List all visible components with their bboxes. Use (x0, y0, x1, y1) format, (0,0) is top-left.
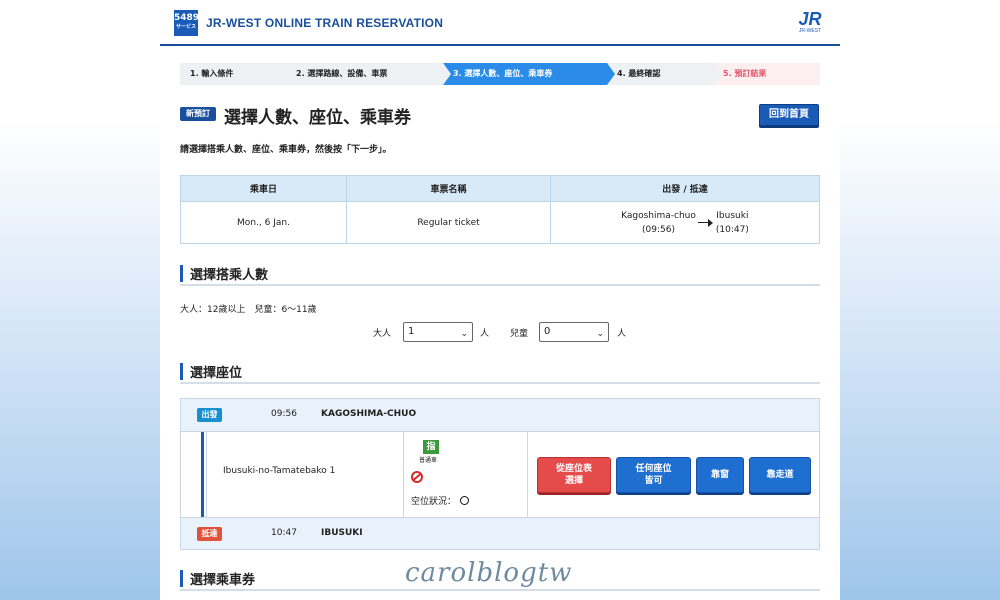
table-header-row: 乘車日 車票名稱 出發 / 抵達 (181, 176, 819, 201)
step-arrow (286, 63, 294, 85)
section-title: 選擇座位 (190, 366, 243, 381)
jr-logo-text: JR (798, 9, 822, 29)
section-bar (180, 265, 183, 282)
available-circle-icon (460, 496, 470, 505)
right-arrow-icon (697, 218, 714, 227)
arrival-time: 10:47 (271, 528, 297, 538)
from-station-block: Kagoshima-chuo (09:56) (621, 209, 696, 237)
availability-label: 空位狀況： (411, 497, 457, 507)
step-label: 4. 最終確認 (617, 69, 661, 78)
chevron-down-icon: ⌄ (460, 329, 468, 339)
logo-5489[interactable]: 5489 サービス (174, 10, 200, 36)
departure-row: 出發 09:56 KAGOSHIMA-CHUO (181, 399, 819, 432)
page-title: 選擇人數、座位、乘車券 (224, 108, 411, 128)
aisle-seat-button[interactable]: 靠走道 (749, 457, 811, 493)
section-title: 選擇乘車券 (190, 573, 256, 588)
section-bar (180, 570, 183, 587)
section-seats-heading: 選擇座位 (180, 360, 820, 384)
section-passengers-heading: 選擇搭乘人數 (180, 262, 820, 286)
jr-west-logo[interactable]: JR JR-WEST (794, 10, 826, 36)
child-label: 兒童 (510, 329, 529, 339)
step-label: 1. 輸入條件 (190, 69, 234, 78)
train-name: Ibusuki-no-Tamatebako 1 (223, 466, 336, 476)
step-booking-result: 5. 預訂結果 (713, 63, 820, 85)
arrival-tag: 抵達 (197, 527, 222, 541)
section-title: 選擇搭乘人數 (190, 268, 269, 283)
step-arrow (713, 63, 721, 85)
step-final-confirm: 4. 最終確認 (607, 63, 721, 85)
site-header: 5489 サービス JR-WEST ONLINE TRAIN RESERVATI… (160, 0, 840, 46)
back-to-home-button[interactable]: 回到首頁 (759, 104, 819, 126)
car-type-label: 普通車 (419, 457, 438, 464)
to-station: Ibusuki (716, 210, 749, 221)
from-time: (09:56) (642, 224, 675, 235)
section-bar (180, 363, 183, 380)
to-time: (10:47) (715, 224, 749, 235)
new-booking-badge: 新預訂 (180, 107, 216, 121)
availability-status: 空位狀況： (411, 494, 470, 507)
child-unit: 人 (617, 329, 627, 339)
header-route: 出發 / 抵達 (662, 185, 708, 195)
watermark: carolblogtw (405, 558, 573, 588)
column-divider (403, 432, 404, 517)
logo-text: 5489 (174, 13, 200, 23)
adult-unit: 人 (480, 329, 490, 339)
travel-date: Mon., 6 Jan. (181, 202, 347, 243)
departure-tag: 出發 (197, 408, 222, 422)
table-row: Mon., 6 Jan. Regular ticket Kagoshima-ch… (181, 201, 819, 243)
choose-from-seat-map-button[interactable]: 從座位表 選擇 (537, 457, 611, 493)
seat-selection-block: 出發 09:56 KAGOSHIMA-CHUO Ibusuki-no-Tamat… (180, 398, 820, 550)
to-station-block: Ibusuki (10:47) (716, 209, 749, 237)
adult-count-value: 1 (408, 326, 415, 337)
from-station: Kagoshima-chuo (621, 210, 696, 221)
step-label: 3. 選擇人數、座位、乘車券 (453, 69, 553, 78)
child-count-select[interactable]: 0 ⌄ (539, 322, 609, 342)
reserved-seat-icon: 指 (423, 440, 439, 454)
step-select-route: 2. 選擇路線、設備、車票 (286, 63, 451, 85)
passenger-count-row: 大人 1 ⌄ 人 兒童 0 ⌄ 人 (160, 322, 840, 342)
departure-time: 09:56 (271, 409, 297, 419)
progress-steps: 1. 輸入條件 2. 選擇路線、設備、車票 3. 選擇人數、座位、乘車券 4. … (180, 63, 820, 85)
arrival-station: IBUSUKI (321, 528, 363, 538)
child-count-value: 0 (544, 326, 551, 337)
departure-station: KAGOSHIMA-CHUO (321, 409, 417, 419)
window-seat-button[interactable]: 靠窗 (696, 457, 744, 493)
header-ticket: 車票名稱 (347, 176, 551, 201)
step-input-conditions: 1. 輸入條件 (180, 63, 294, 85)
adult-label: 大人 (373, 329, 392, 339)
ticket-name: Regular ticket (347, 202, 551, 243)
step-label: 5. 預訂結果 (723, 69, 767, 78)
train-line-divider (206, 432, 207, 517)
page-container: 5489 サービス JR-WEST ONLINE TRAIN RESERVATI… (160, 0, 840, 600)
site-title: JR-WEST ONLINE TRAIN RESERVATION (206, 16, 444, 30)
arrival-row: 抵達 10:47 IBUSUKI (181, 517, 819, 549)
step-arrow (607, 63, 615, 85)
train-row: Ibusuki-no-Tamatebako 1 指 普通車 空位狀況： 從座位表… (181, 432, 819, 517)
age-note: 大人：12歲以上 兒童：6〜11歲 (180, 305, 317, 315)
train-line-bar (201, 432, 204, 517)
route: Kagoshima-chuo (09:56) Ibusuki (10:47) (551, 209, 819, 237)
logo-sub-text: サービス (175, 24, 196, 30)
step-arrow (443, 63, 451, 85)
trip-info-table: 乘車日 車票名稱 出發 / 抵達 Mon., 6 Jan. Regular ti… (180, 175, 820, 244)
step-label: 2. 選擇路線、設備、車票 (296, 69, 388, 78)
header-date: 乘車日 (181, 176, 347, 201)
step-select-passengers-current: 3. 選擇人數、座位、乘車券 (443, 63, 615, 85)
instruction-text: 請選擇搭乘人數、座位、乘車券，然後按「下一步」。 (180, 145, 392, 155)
chevron-down-icon: ⌄ (596, 329, 604, 339)
no-smoking-icon (411, 471, 423, 483)
any-seat-button[interactable]: 任何座位 皆可 (616, 457, 691, 493)
column-divider (527, 432, 528, 517)
route-cell: Kagoshima-chuo (09:56) Ibusuki (10:47) (551, 202, 819, 243)
adult-count-select[interactable]: 1 ⌄ (403, 322, 473, 342)
